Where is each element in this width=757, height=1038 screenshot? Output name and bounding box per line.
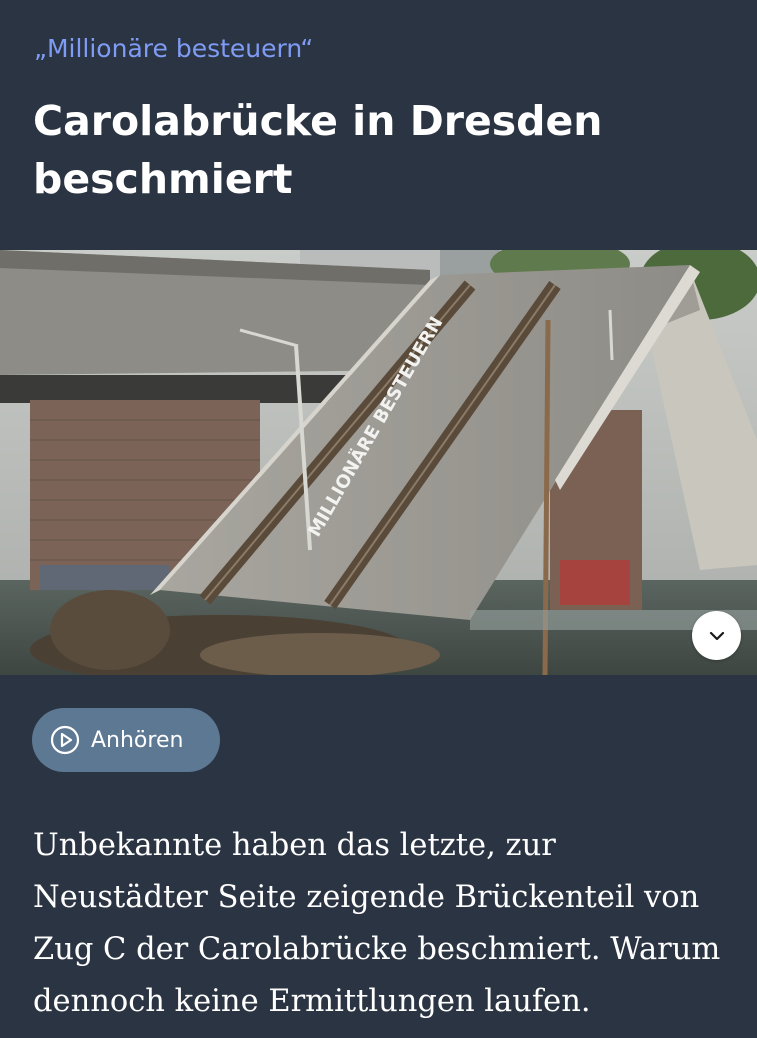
article-kicker: „Millionäre besteuern“ xyxy=(34,34,314,63)
article-teaser: Unbekannte haben das letzte, zur Neustäd… xyxy=(33,828,721,1019)
image-expand-button[interactable] xyxy=(692,611,741,660)
article-headline: Carolabrücke in Dresden beschmiert xyxy=(33,97,603,203)
hero-image[interactable]: MILLIONÄRE BESTEUERN xyxy=(0,250,757,675)
listen-button-label: Anhören xyxy=(91,727,184,753)
listen-button[interactable]: Anhören xyxy=(32,708,220,772)
chevron-down-icon xyxy=(709,631,724,640)
article-header: „Millionäre besteuern“ Carolabrücke in D… xyxy=(0,0,757,250)
play-circle-icon xyxy=(49,724,81,756)
bridge-photo: MILLIONÄRE BESTEUERN xyxy=(0,250,757,675)
